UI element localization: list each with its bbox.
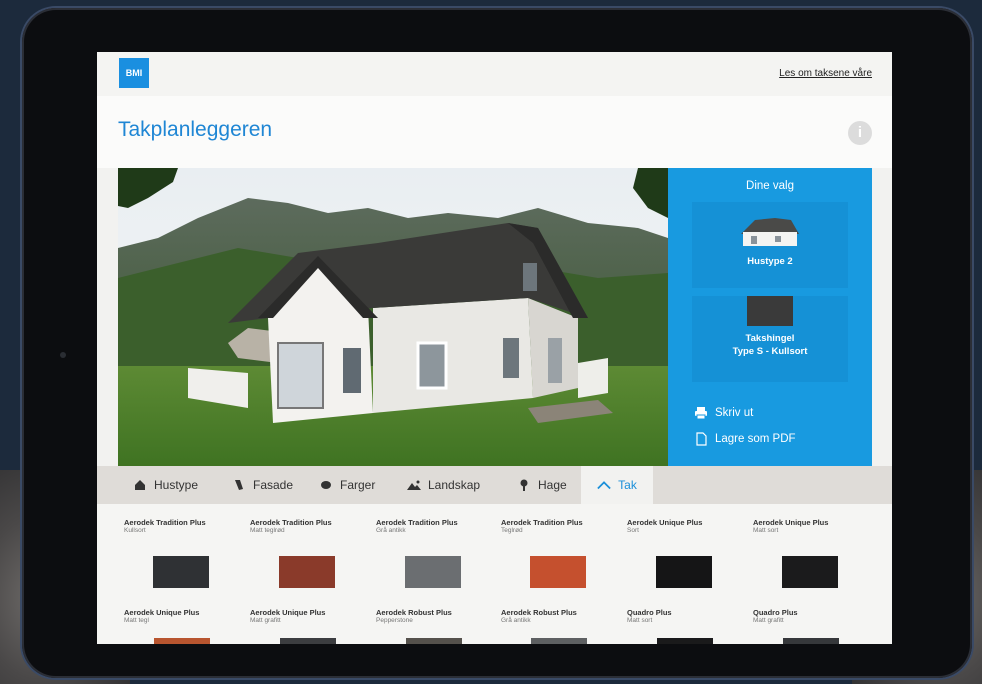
- title-bar: Takplanleggeren i: [97, 96, 892, 168]
- shingle-swatch: [747, 296, 793, 326]
- about-roofs-link[interactable]: Les om taksene våre: [779, 68, 872, 79]
- product-card[interactable]: Aerodek Tradition Plus Matt teglrød: [250, 518, 368, 600]
- roof-tile-choice[interactable]: Takshingel Type S - Kullsort: [692, 296, 848, 382]
- product-swatch: [530, 556, 586, 588]
- panel-title: Dine valg: [746, 180, 794, 192]
- product-grid: Aerodek Tradition Plus Kullsort Aerodek …: [97, 504, 892, 644]
- product-swatch: [154, 638, 210, 644]
- tab-label: Landskap: [428, 478, 481, 492]
- product-card[interactable]: Aerodek Tradition Plus Kullsort: [124, 518, 242, 600]
- camera-dot: [60, 352, 66, 358]
- tab-tak[interactable]: Tak: [581, 466, 653, 504]
- roof-icon: [597, 478, 611, 492]
- info-icon[interactable]: i: [848, 121, 872, 145]
- save-pdf-button[interactable]: Lagre som PDF: [694, 432, 796, 446]
- page-title: Takplanleggeren: [118, 118, 273, 141]
- panel-actions: Skriv ut Lagre som PDF: [694, 406, 796, 458]
- tab-landskap[interactable]: Landskap: [407, 466, 480, 504]
- tile-label-2: Type S - Kullsort: [732, 346, 808, 357]
- product-card[interactable]: Aerodek Tradition Plus Teglrød: [501, 518, 619, 600]
- tab-hustype[interactable]: Hustype: [133, 466, 198, 504]
- pdf-label: Lagre som PDF: [715, 433, 796, 445]
- product-swatch: [782, 556, 838, 588]
- brush-icon: [232, 478, 246, 492]
- tab-label: Tak: [618, 478, 637, 492]
- house-scene: [118, 168, 668, 466]
- product-swatch: [656, 556, 712, 588]
- tab-farger[interactable]: Farger: [319, 466, 375, 504]
- app-screen: BMI Les om taksene våre Takplanleggeren …: [97, 52, 892, 644]
- product-swatch: [280, 638, 336, 644]
- tab-label: Fasade: [253, 478, 294, 492]
- product-swatch: [153, 556, 209, 588]
- landscape-icon: [407, 478, 421, 492]
- category-tabs: Hustype Fasade Farger Landskap Hage Tak: [97, 466, 892, 504]
- product-card[interactable]: Aerodek Unique Plus Sort: [627, 518, 745, 600]
- product-swatch: [279, 556, 335, 588]
- product-swatch: [406, 638, 462, 644]
- product-swatch: [405, 556, 461, 588]
- product-swatch: [657, 638, 713, 644]
- tree-icon: [517, 478, 531, 492]
- house-icon: [133, 478, 147, 492]
- tab-fasade[interactable]: Fasade: [232, 466, 293, 504]
- tab-hage[interactable]: Hage: [517, 466, 567, 504]
- product-card[interactable]: Aerodek Unique Plus Matt sort: [753, 518, 871, 600]
- top-bar: BMI Les om taksene våre: [97, 52, 892, 96]
- product-swatch: [783, 638, 839, 644]
- tab-label: Hustype: [154, 478, 199, 492]
- choices-panel: Dine valg Hustype 2 Takshingel Type S - …: [668, 168, 872, 466]
- printer-icon: [695, 407, 707, 420]
- palette-icon: [319, 478, 333, 492]
- print-label: Skriv ut: [715, 407, 754, 419]
- house-thumbnail-icon: [741, 218, 799, 246]
- document-icon: [696, 432, 707, 446]
- house-type-label: Hustype 2: [747, 256, 793, 267]
- tile-label-1: Takshingel: [745, 333, 795, 344]
- product-card[interactable]: Aerodek Tradition Plus Grå antikk: [376, 518, 494, 600]
- bmi-logo[interactable]: BMI: [119, 58, 149, 88]
- product-swatch: [531, 638, 587, 644]
- house-3d-viewer[interactable]: [118, 168, 668, 466]
- house-type-choice[interactable]: Hustype 2: [692, 202, 848, 288]
- tab-label: Farger: [340, 478, 376, 492]
- print-button[interactable]: Skriv ut: [694, 406, 796, 420]
- tab-label: Hage: [538, 478, 567, 492]
